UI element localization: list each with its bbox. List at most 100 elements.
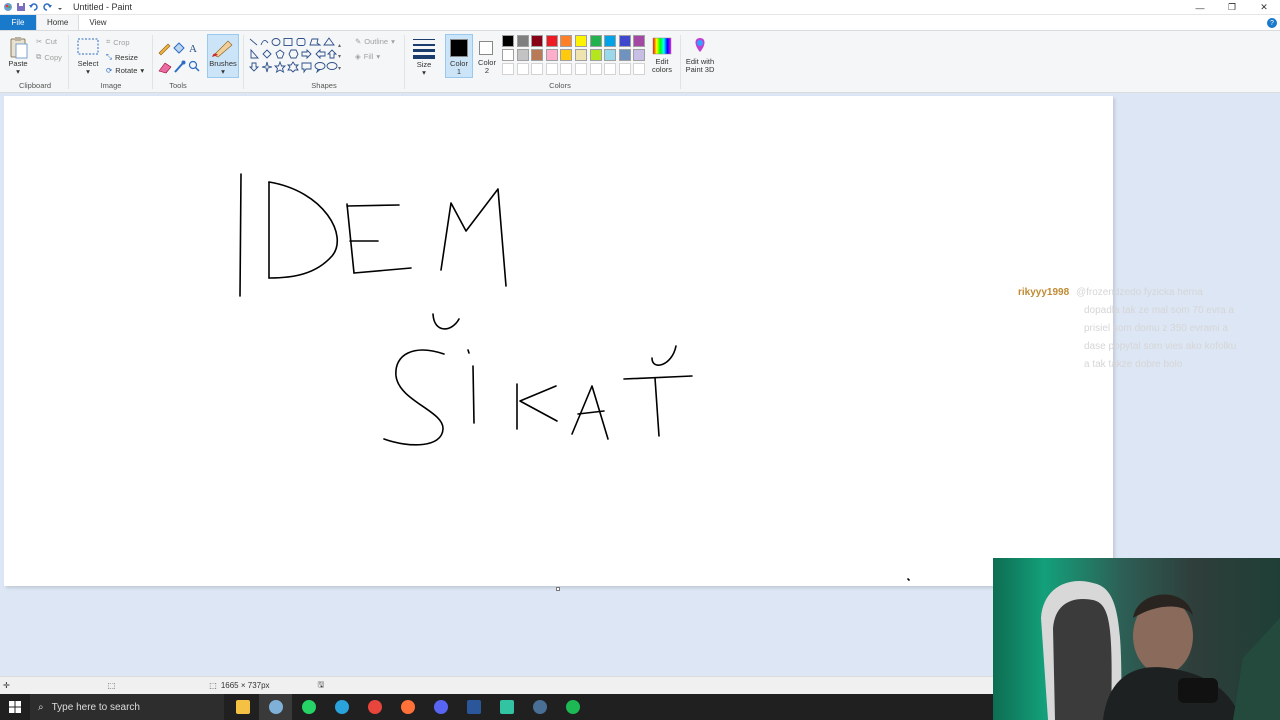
text-tool-icon[interactable]: A <box>189 43 197 55</box>
custom-color-slot[interactable] <box>575 63 587 75</box>
taskbar-app-telegram[interactable] <box>325 694 358 720</box>
palette-color-swatch[interactable] <box>516 35 529 47</box>
paste-dropdown-icon[interactable]: ▾ <box>4 68 32 76</box>
six-point-star-shape-icon[interactable] <box>286 61 300 73</box>
taskbar-app-discord[interactable] <box>424 694 457 720</box>
crop-button[interactable]: ⌗ Crop <box>106 37 130 47</box>
close-button[interactable]: ✕ <box>1248 0 1280 15</box>
tab-view[interactable]: View <box>79 15 116 30</box>
taskbar-app-whatsapp[interactable] <box>292 694 325 720</box>
palette-color-swatch[interactable] <box>589 35 602 47</box>
drawing-canvas[interactable] <box>4 96 1113 586</box>
custom-color-slot[interactable] <box>604 63 617 75</box>
custom-color-slot[interactable] <box>560 63 573 75</box>
taskbar-app-streamlabs[interactable] <box>490 694 523 720</box>
palette-color-swatch[interactable] <box>531 35 544 47</box>
right-triangle-shape-icon[interactable] <box>250 48 259 59</box>
palette-color-swatch[interactable] <box>545 35 558 47</box>
select-button[interactable] <box>75 36 101 60</box>
up-arrow-shape-icon[interactable] <box>326 49 338 59</box>
left-arrow-shape-icon[interactable] <box>315 48 326 60</box>
callout-cloud-shape-icon[interactable] <box>326 62 338 70</box>
shapes-gallery[interactable]: ▴ ▾ ▾ <box>248 37 344 77</box>
palette-color-swatch[interactable] <box>633 49 646 61</box>
palette-color-swatch[interactable] <box>545 49 558 61</box>
edit-colors-button[interactable]: Edit colors <box>650 36 674 78</box>
tab-home[interactable]: Home <box>36 15 80 30</box>
palette-color-swatch[interactable] <box>575 35 587 47</box>
customize-quick-access-icon[interactable] <box>55 2 65 12</box>
canvas-resize-handle[interactable] <box>556 587 560 591</box>
rectangle-shape-icon[interactable] <box>283 38 293 46</box>
palette-color-swatch[interactable] <box>531 49 544 61</box>
callout-rectangle-shape-icon[interactable] <box>301 62 312 74</box>
outline-button[interactable]: ✎ Outline ▾ <box>355 37 395 46</box>
polygon-shape-icon[interactable] <box>309 38 322 46</box>
hexagon-shape-icon[interactable] <box>288 49 299 59</box>
taskbar-app-word[interactable] <box>457 694 490 720</box>
palette-color-swatch[interactable] <box>618 35 631 47</box>
color1-button[interactable]: Color 1 <box>445 34 473 78</box>
pentagon-shape-icon[interactable] <box>275 49 285 59</box>
palette-color-swatch[interactable] <box>633 35 646 47</box>
custom-color-slot[interactable] <box>531 63 544 75</box>
taskbar-app-file-explorer[interactable] <box>226 694 259 720</box>
custom-color-slot[interactable] <box>502 63 514 75</box>
oval-shape-icon[interactable] <box>271 38 281 46</box>
palette-color-swatch[interactable] <box>618 49 631 61</box>
undo-icon[interactable] <box>29 2 39 12</box>
brushes-button[interactable]: Brushes ▾ <box>207 34 239 78</box>
triangle-shape-icon[interactable] <box>323 37 335 46</box>
custom-color-slot[interactable] <box>589 63 602 75</box>
curve-shape-icon[interactable] <box>260 40 269 46</box>
diamond-shape-icon[interactable] <box>262 49 272 59</box>
palette-color-swatch[interactable] <box>502 49 514 61</box>
taskbar-search[interactable]: ⌕ Type here to search <box>30 694 224 720</box>
restore-button[interactable]: ❐ <box>1216 0 1248 15</box>
pencil-icon[interactable] <box>158 43 171 56</box>
palette-color-swatch[interactable] <box>516 49 529 61</box>
color-picker-icon[interactable] <box>174 60 186 73</box>
edit-with-paint3d-button[interactable]: Edit with Paint 3D <box>683 36 717 78</box>
palette-color-swatch[interactable] <box>575 49 587 61</box>
redo-icon[interactable] <box>42 2 52 12</box>
palette-color-swatch[interactable] <box>604 35 617 47</box>
custom-color-slot[interactable] <box>618 63 631 75</box>
start-button[interactable] <box>0 694 30 720</box>
cut-button[interactable]: ✂ Cut <box>36 37 57 46</box>
rounded-rectangle-shape-icon[interactable] <box>296 38 306 46</box>
save-icon[interactable] <box>16 2 26 12</box>
copy-button[interactable]: ⧉ Copy <box>36 52 62 62</box>
tab-file[interactable]: File <box>0 15 36 30</box>
palette-color-swatch[interactable] <box>560 35 573 47</box>
four-point-star-shape-icon[interactable] <box>261 61 273 73</box>
palette-color-swatch[interactable] <box>502 35 514 47</box>
minimize-button[interactable]: — <box>1184 0 1216 15</box>
palette-color-swatch[interactable] <box>560 49 573 61</box>
fill-button[interactable]: ◈ Fill ▾ <box>355 52 380 61</box>
color2-button[interactable]: Color 2 <box>474 34 500 78</box>
right-arrow-shape-icon[interactable] <box>301 48 312 60</box>
select-dropdown-icon[interactable]: ▾ <box>74 68 102 76</box>
rotate-button[interactable]: ⟳ Rotate ▾ <box>106 66 144 75</box>
palette-color-swatch[interactable] <box>604 49 617 61</box>
eraser-icon[interactable] <box>158 62 172 74</box>
down-arrow-shape-icon[interactable] <box>248 62 260 72</box>
help-icon[interactable]: ? <box>1267 18 1277 28</box>
custom-color-slot[interactable] <box>545 63 558 75</box>
taskbar-app-paint[interactable] <box>259 694 292 720</box>
size-button[interactable]: Size ▾ <box>410 36 438 78</box>
fill-bucket-icon[interactable] <box>173 42 185 54</box>
taskbar-app-spotify[interactable] <box>556 694 589 720</box>
custom-color-slot[interactable] <box>633 63 646 75</box>
line-shape-icon[interactable] <box>249 38 258 46</box>
five-point-star-shape-icon[interactable] <box>273 60 287 73</box>
taskbar-app-steam[interactable] <box>523 694 556 720</box>
taskbar-app-chrome[interactable] <box>358 694 391 720</box>
magnifier-icon[interactable] <box>188 60 200 72</box>
custom-color-slot[interactable] <box>516 63 529 75</box>
palette-color-swatch[interactable] <box>589 49 602 61</box>
callout-oval-shape-icon[interactable] <box>314 62 326 74</box>
resize-button[interactable]: ⤡ Resize <box>106 52 138 62</box>
taskbar-app-firefox[interactable] <box>391 694 424 720</box>
